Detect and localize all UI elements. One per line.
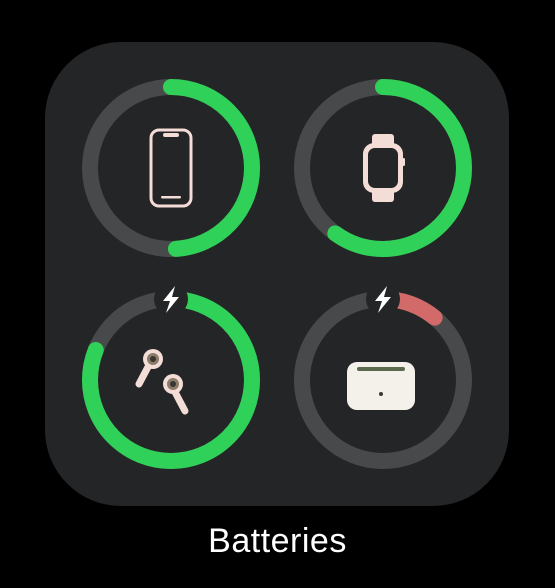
- watch-icon: [363, 134, 405, 202]
- battery-ring-apple-watch: [283, 68, 483, 268]
- battery-ring-airpods-case: [283, 280, 483, 480]
- batteries-widget[interactable]: [45, 42, 509, 506]
- widget-title: Batteries: [208, 522, 347, 560]
- charging-bolt-icon: [366, 282, 400, 316]
- battery-ring-airpods: [71, 280, 271, 480]
- airpods-icon: [135, 349, 189, 415]
- charging-bolt-icon: [154, 282, 188, 316]
- airpods-case-icon: [347, 362, 415, 410]
- battery-ring-iphone: [71, 68, 271, 268]
- iphone-icon: [149, 128, 193, 208]
